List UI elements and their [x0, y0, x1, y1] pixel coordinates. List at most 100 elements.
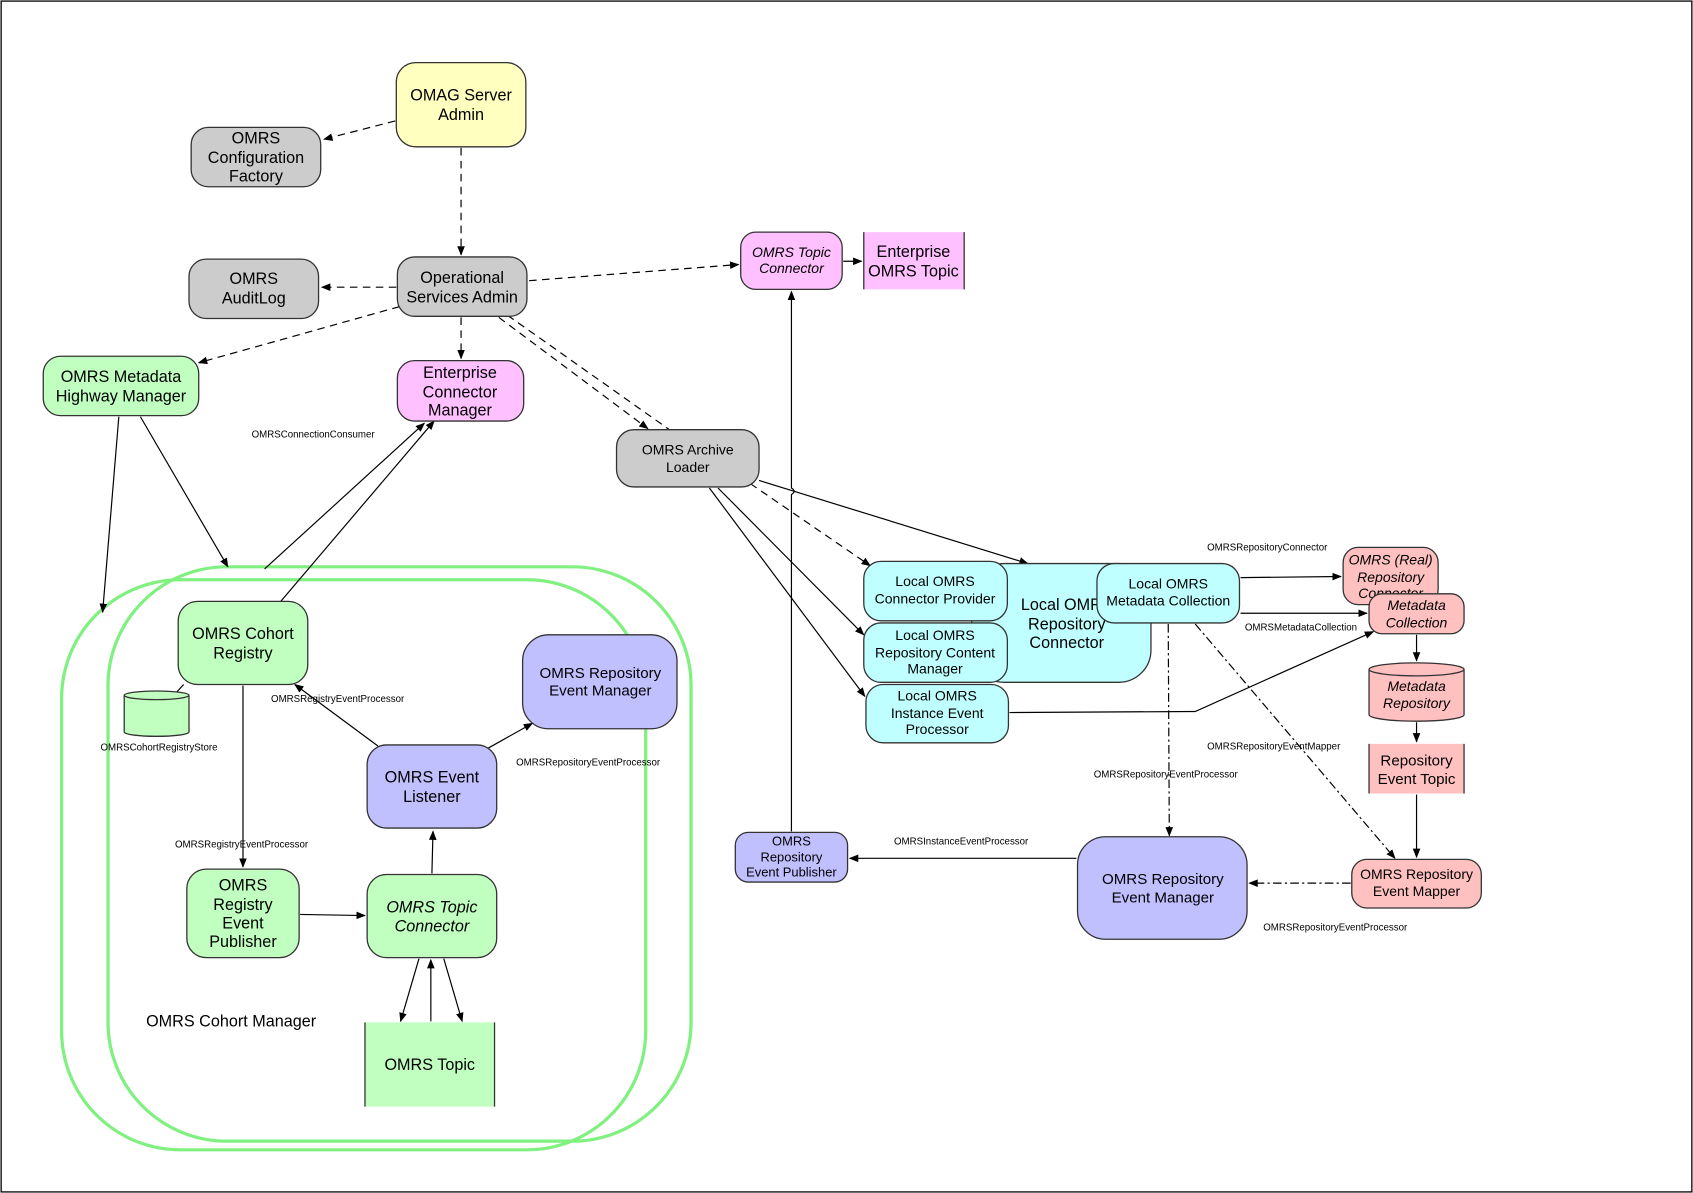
svg-text:RepositoryEvent Topic: Repository Event Topic	[1378, 752, 1456, 787]
edge-label: OMRSRepositoryEventProcessor	[1263, 923, 1408, 934]
node-label: OMRS Topic	[868, 262, 959, 280]
node-label: OMRS	[232, 130, 281, 148]
node-label: OMRS Topic	[752, 244, 831, 260]
cohort-registry-store-cylinder[interactable]	[123, 690, 190, 737]
edge-label: OMRSCohortRegistryStore	[100, 742, 217, 753]
edge-label: OMRSMetadataCollection	[1245, 623, 1357, 634]
node-label: Configuration	[208, 149, 304, 167]
node-repository-event-publisher[interactable]: OMRS Repository Event Publisher	[734, 831, 849, 883]
node-enterprise-topic[interactable]: Enterprise OMRS Topic	[863, 232, 965, 290]
node-label: Connector	[1029, 634, 1104, 652]
node-omag-server-admin[interactable]: OMAG Server Admin	[395, 61, 527, 148]
node-label: OMRS Topic	[384, 1056, 475, 1074]
node-label: Metadata	[1387, 678, 1446, 694]
svg-text:OMRS MetadataHighway Manager: OMRS Metadata Highway Manager	[56, 368, 187, 405]
node-repository-event-manager-right[interactable]: OMRS Repository Event Manager	[1076, 836, 1248, 940]
node-label: Listener	[403, 788, 461, 806]
node-label: Local OMRS	[1129, 575, 1208, 591]
svg-text:OMRS RepositoryEvent Mapper: OMRS Repository Event Mapper	[1360, 866, 1473, 899]
node-label: OMRS Repository	[1102, 871, 1224, 888]
node-label: Connector	[423, 383, 498, 401]
node-label: Services Admin	[406, 288, 518, 306]
svg-text:OMRS RepositoryEvent Manager: OMRS Repository Event Manager	[1102, 871, 1224, 906]
node-label: Repository	[1383, 695, 1451, 711]
node-archive-loader[interactable]: OMRS Archive Loader	[615, 429, 760, 488]
node-label: Loader	[666, 459, 710, 475]
node-label: Event Topic	[1378, 771, 1456, 788]
node-operational-services-admin[interactable]: Operational Services Admin	[396, 256, 528, 317]
node-label: Processor	[906, 721, 969, 737]
node-label: Registry	[213, 645, 273, 663]
svg-text:MetadataRepository: Metadata Repository	[1383, 678, 1451, 711]
svg-text:OMRS TopicConnector: OMRS Topic Connector	[386, 898, 477, 935]
diagram-canvas: OMAG Server Admin OMRS Configuration Factor…	[0, 0, 1693, 1193]
node-cohort-registry[interactable]: OMRS Cohort Registry	[177, 600, 309, 686]
node-label: OMRS Repository	[539, 665, 661, 682]
node-label: Connector	[759, 260, 825, 276]
node-label: Repository	[1380, 752, 1453, 769]
svg-text:EnterpriseOMRS Topic: Enterprise OMRS Topic	[868, 243, 959, 280]
node-label: OMRS Archive	[642, 442, 734, 458]
node-metadata-highway-manager[interactable]: OMRS Metadata Highway Manager	[42, 355, 200, 417]
node-label: Admin	[438, 106, 484, 124]
node-local-instance-event-processor[interactable]: Local OMRS Instance Event Processor	[865, 683, 1010, 744]
svg-text:OMRS TopicConnector: OMRS Topic Connector	[752, 244, 831, 276]
node-label: OMRS Repository	[1360, 866, 1473, 882]
edge-label: OMRSRegistryEventProcessor	[271, 694, 405, 705]
node-label: Local OMRS	[895, 627, 974, 643]
node-label: OMRS	[772, 833, 811, 848]
node-local-connector-provider[interactable]: Local OMRS Connector Provider	[863, 560, 1009, 622]
node-label: Repository	[1028, 615, 1106, 633]
node-metadata-collection[interactable]: Metadata Collection	[1368, 593, 1465, 635]
node-label: Highway Manager	[56, 388, 187, 406]
node-local-content-manager[interactable]: Local OMRS Repository Content Manager	[863, 622, 1009, 683]
node-top-topic-connector[interactable]: OMRS Topic Connector	[740, 231, 843, 290]
node-label: Enterprise	[877, 243, 951, 261]
node-label: Event Manager	[549, 682, 651, 699]
node-label: OMRS Topic	[386, 898, 477, 916]
omrs-architecture-diagram: OMAG Server Admin OMRS Configuration Factor…	[0, 0, 1693, 1193]
node-metadata-repository[interactable]: Metadata Repository	[1368, 662, 1465, 722]
node-label: Factory	[229, 167, 284, 185]
node-cohort-topic-connector[interactable]: OMRS Topic Connector	[366, 873, 498, 959]
node-label: Operational	[420, 269, 504, 287]
node-label: Connector	[395, 918, 470, 936]
node-label: Event Manager	[1112, 890, 1214, 907]
svg-text:OMRSRegistryEventPublisher: OMRS Registry Event Publisher	[209, 877, 277, 951]
node-label: Connector Provider	[875, 591, 996, 607]
node-label: OMRS Cohort	[192, 625, 294, 643]
node-omrs-topic[interactable]: OMRS Topic	[364, 1022, 496, 1107]
edge-label: OMRSRepositoryEventProcessor	[1094, 769, 1239, 780]
node-label: Metadata Collection	[1106, 593, 1230, 609]
node-label: Local OMRS	[897, 688, 976, 704]
node-label: Local OMRS	[895, 573, 974, 589]
svg-text:MetadataCollection: Metadata Collection	[1386, 597, 1448, 630]
svg-text:OMRS RepositoryEvent Manager: OMRS Repository Event Manager	[539, 665, 661, 699]
svg-text:EnterpriseConnectorManager: Enterprise Connector Manager	[423, 364, 498, 420]
svg-text:OMRSAuditLog: OMRS AuditLog	[222, 270, 286, 307]
node-event-listener[interactable]: OMRS Event Listener	[366, 744, 498, 829]
node-label: Event	[222, 914, 264, 932]
node-label: Repository Content	[875, 644, 995, 660]
node-local-metadata-collection[interactable]: Local OMRS Metadata Collection	[1096, 562, 1241, 624]
node-label: OMAG Server	[410, 86, 512, 104]
node-label: AuditLog	[222, 289, 286, 307]
node-registry-event-publisher[interactable]: OMRS Registry Event Publisher	[186, 868, 300, 959]
node-label: Enterprise	[423, 364, 497, 382]
node-label: Registry	[213, 896, 273, 914]
edge-label: OMRSRepositoryConnector	[1207, 543, 1328, 554]
node-enterprise-connector-manager[interactable]: Enterprise Connector Manager	[396, 359, 525, 422]
node-repository-event-manager-left[interactable]: OMRS Repository Event Manager	[521, 634, 678, 730]
node-label: Event Mapper	[1373, 883, 1461, 899]
node-config-factory[interactable]: OMRS Configuration Factory	[190, 126, 322, 188]
node-label: OMRS	[219, 877, 268, 895]
node-audit-log[interactable]: OMRS AuditLog	[188, 258, 320, 320]
svg-text:OMRS Topic: OMRS Topic	[384, 1056, 475, 1074]
node-label: Collection	[1386, 614, 1448, 630]
node-repository-event-mapper[interactable]: OMRS Repository Event Mapper	[1351, 858, 1482, 909]
node-repository-event-topic[interactable]: Repository Event Topic	[1368, 743, 1465, 794]
node-label: OMRS Metadata	[61, 368, 182, 386]
node-label: Manager	[907, 661, 963, 677]
edge-label: OMRSInstanceEventProcessor	[894, 836, 1029, 847]
node-label: Publisher	[209, 933, 277, 951]
